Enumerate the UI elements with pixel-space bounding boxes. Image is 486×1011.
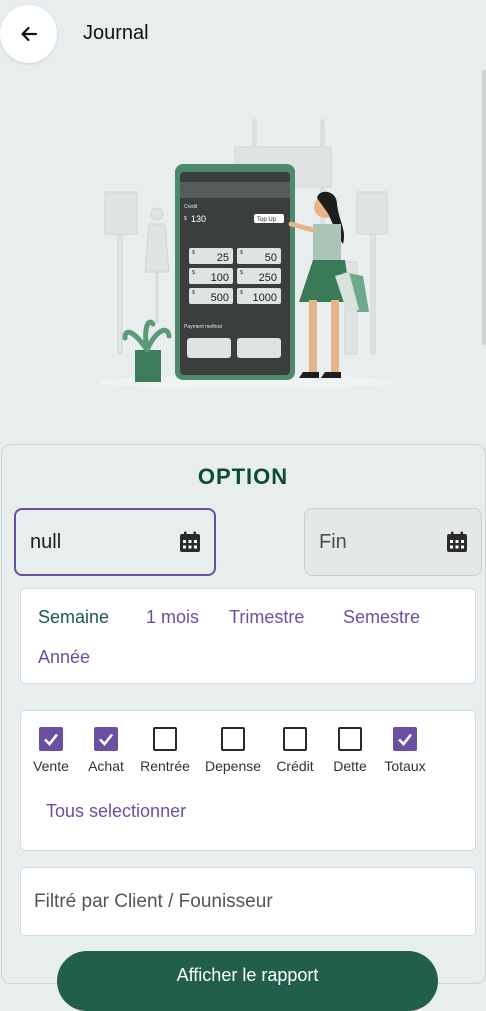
checkbox-label: Rentrée — [140, 758, 190, 774]
end-date-field[interactable]: Fin — [304, 508, 482, 576]
checkbox-box[interactable] — [39, 727, 63, 751]
svg-text:$: $ — [192, 290, 195, 296]
checkbox-label: Totaux — [384, 758, 426, 774]
period-semaine[interactable]: Semaine — [38, 607, 109, 628]
type-checkboxes: Vente Achat Rentrée Depense Crédit Dette… — [20, 710, 476, 851]
amount-1000: 1000 — [253, 292, 277, 304]
period-selector: Semaine 1 mois Trimestre Semestre Année — [20, 588, 476, 684]
plant-icon — [122, 319, 172, 382]
back-button[interactable] — [0, 5, 57, 63]
top-up-label: Top Up — [257, 217, 277, 223]
period-trimestre[interactable]: Trimestre — [229, 607, 304, 628]
amount-500: 500 — [211, 292, 229, 304]
checkbox-box[interactable] — [153, 727, 177, 751]
balance-value: 130 — [191, 214, 206, 224]
checkbox-box[interactable] — [393, 727, 417, 751]
filter-placeholder: Filtré par Client / Founisseur — [34, 890, 273, 912]
checkbox-dette[interactable]: Dette — [330, 727, 370, 774]
checkbox-label: Achat — [88, 758, 124, 774]
amount-100: 100 — [211, 272, 229, 284]
period-annee[interactable]: Année — [38, 647, 90, 668]
checkbox-box[interactable] — [94, 727, 118, 751]
svg-text:$: $ — [240, 290, 243, 296]
svg-text:$: $ — [240, 270, 243, 276]
start-date-field[interactable]: null — [14, 508, 216, 576]
checkbox-box[interactable] — [221, 727, 245, 751]
arrow-left-icon — [20, 26, 37, 42]
checkbox-depense[interactable]: Depense — [204, 727, 262, 774]
checkbox-label: Vente — [33, 758, 69, 774]
payment-method-label: Payment method — [184, 324, 222, 330]
amount-250: 250 — [259, 272, 277, 284]
scrollbar[interactable] — [482, 70, 486, 345]
checkbox-achat[interactable]: Achat — [84, 727, 128, 774]
end-date-placeholder: Fin — [319, 530, 347, 553]
checkbox-label: Depense — [204, 758, 262, 774]
svg-text:$: $ — [192, 250, 195, 256]
checkbox-totaux[interactable]: Totaux — [382, 727, 428, 774]
period-1-mois[interactable]: 1 mois — [146, 607, 199, 628]
checkbox-label: Crédit — [276, 758, 314, 774]
checkbox-vente[interactable]: Vente — [31, 727, 71, 774]
show-report-button[interactable]: Afficher le rapport — [57, 951, 438, 1011]
client-supplier-filter[interactable]: Filtré par Client / Founisseur — [20, 867, 476, 936]
check-icon — [44, 733, 59, 746]
credit-label: Credit — [184, 204, 198, 210]
options-title: OPTION — [197, 464, 289, 489]
svg-text:$: $ — [192, 270, 195, 276]
balance-currency: $ — [184, 216, 187, 222]
amount-50: 50 — [265, 252, 277, 264]
page-title: Journal — [83, 22, 149, 44]
checkbox-credit[interactable]: Crédit — [273, 727, 317, 774]
checkbox-label: Dette — [333, 758, 367, 774]
checkbox-rentree[interactable]: Rentrée — [139, 727, 191, 774]
shopping-illustration: Credit Credit $ 130 Top Up $ $ $ $ $ $ 2… — [99, 119, 395, 389]
amount-25: 25 — [217, 252, 229, 264]
start-date-value: null — [30, 530, 62, 553]
check-icon — [99, 733, 114, 746]
svg-text:$: $ — [240, 250, 243, 256]
checkbox-box[interactable] — [283, 727, 307, 751]
checkbox-box[interactable] — [338, 727, 362, 751]
calendar-icon[interactable] — [178, 530, 202, 554]
select-all-link[interactable]: Tous selectionner — [46, 801, 186, 822]
period-semestre[interactable]: Semestre — [343, 607, 420, 628]
check-icon — [398, 733, 413, 746]
app-header: Journal — [0, 0, 486, 70]
calendar-icon[interactable] — [445, 530, 469, 554]
